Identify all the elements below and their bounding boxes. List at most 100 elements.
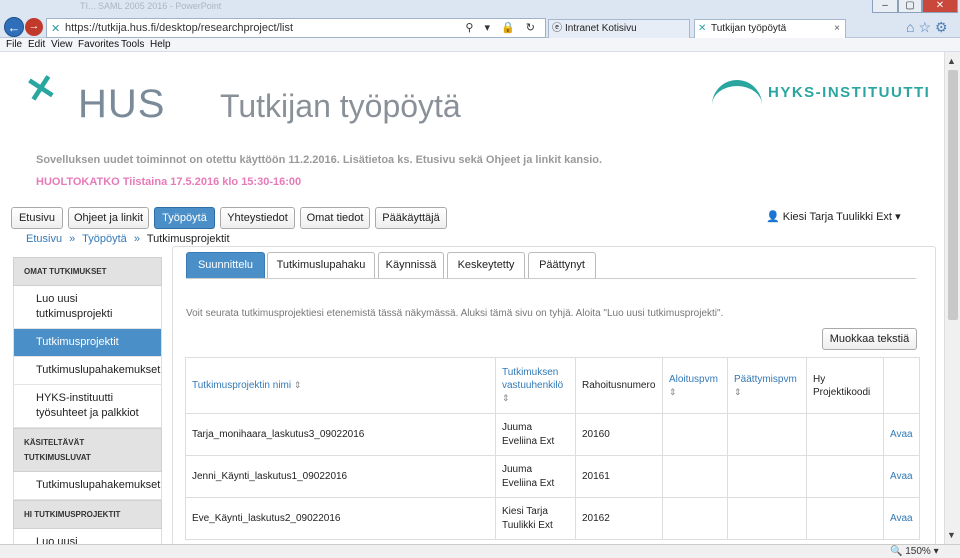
breadcrumb: Etusivu » Työpöytä » Tutkimusprojektit	[26, 233, 230, 245]
user-name: Kiesi Tarja Tuulikki Ext	[782, 211, 892, 223]
sidebar-item-tutkimuslupahakemukset-2[interactable]: Tutkimuslupahakemukset	[13, 472, 162, 500]
minimize-button[interactable]: –	[872, 0, 898, 13]
tab-paattynyt[interactable]: Päättynyt	[528, 252, 596, 278]
nav-etusivu[interactable]: Etusivu	[11, 207, 63, 229]
menu-tools[interactable]: Tools	[121, 39, 144, 50]
nav-omat-tiedot[interactable]: Omat tiedot	[300, 207, 370, 229]
menu-bar: File Edit View Favorites Tools Help	[0, 38, 960, 52]
menu-help[interactable]: Help	[150, 39, 171, 50]
col-action	[883, 357, 920, 414]
back-button[interactable]: ←	[4, 17, 24, 37]
breadcrumb-tyopoyta[interactable]: Työpöytä	[82, 233, 127, 245]
cell-name: Eve_Käynti_laskutus2_09022016	[185, 497, 496, 540]
col-code: Hy Projektikoodi	[806, 357, 884, 414]
address-tools-icons[interactable]: ⚲ ▾ 🔒 ↻	[465, 21, 539, 34]
release-notice: Sovelluksen uudet toiminnot on otettu kä…	[36, 154, 603, 166]
hus-logo-mark: ✕	[21, 65, 61, 112]
cell-owner: Juuma Eveliina Ext	[495, 413, 576, 456]
tab-label: Intranet Kotisivu	[565, 23, 637, 34]
open-link[interactable]: Avaa	[890, 471, 913, 482]
browser-toolbar: TI... SAML 2005 2016 - PowerPoint – ▢ ✕ …	[0, 0, 960, 38]
table-row: Jenni_Käynti_laskutus1_09022016 Juuma Ev…	[185, 455, 920, 498]
col-end-label: Päättymispvm	[734, 373, 797, 385]
hus-logo-text: HUS	[78, 82, 166, 126]
cell-start	[662, 413, 728, 456]
tab-tutkijan[interactable]: ✕ Tutkijan työpöytä ×	[694, 19, 846, 38]
cell-start	[662, 455, 728, 498]
app-title: Tutkijan työpöytä	[220, 88, 461, 124]
menu-view[interactable]: View	[51, 39, 73, 50]
tab-intranet[interactable]: ⓔ Intranet Kotisivu	[548, 19, 690, 38]
hyks-logo-mark	[712, 80, 762, 108]
close-window-button[interactable]: ✕	[922, 0, 958, 13]
col-name-label: Tutkimusprojektin nimi	[192, 380, 292, 391]
projects-table: Tutkimusprojektin nimi ⇕ Tutkimuksen vas…	[185, 357, 920, 540]
maximize-button[interactable]: ▢	[898, 0, 922, 13]
scroll-thumb[interactable]	[948, 70, 958, 320]
sidebar-item-hyks-instituutti[interactable]: HYKS-instituutti työsuhteet ja palkkiot	[13, 385, 162, 428]
vertical-scrollbar[interactable]: ▲ ▼	[944, 52, 960, 544]
menu-favorites[interactable]: Favorites	[78, 39, 119, 50]
user-icon: 👤	[766, 211, 780, 223]
tab-suunnittelu[interactable]: Suunnittelu	[186, 252, 265, 278]
sidebar-item-tutkimuslupahakemukset[interactable]: Tutkimuslupahakemukset	[13, 357, 162, 385]
zoom-value: 150%	[905, 546, 931, 557]
browser-tool-icons[interactable]: ⌂☆⚙	[906, 19, 952, 36]
cell-start	[662, 497, 728, 540]
cell-funding: 20162	[575, 497, 663, 540]
cell-end	[727, 455, 807, 498]
cell-end	[727, 497, 807, 540]
forward-button[interactable]: →	[25, 18, 43, 36]
zoom-level[interactable]: 🔍 150% ▾	[890, 546, 939, 557]
col-start-label: Aloituspvm	[669, 373, 718, 385]
sidebar-item-luo-uusi-hi[interactable]: Luo uusi tutkimusprojekti	[13, 529, 162, 544]
close-tab-icon[interactable]: ×	[834, 20, 840, 37]
tab-tutkimuslupahaku[interactable]: Tutkimuslupahaku	[267, 252, 375, 278]
cell-name: Jenni_Käynti_laskutus1_09022016	[185, 455, 496, 498]
nav-yhteystiedot[interactable]: Yhteystiedot	[220, 207, 295, 229]
cell-funding: 20161	[575, 455, 663, 498]
nav-tyopoyta[interactable]: Työpöytä	[154, 207, 215, 229]
cell-end	[727, 413, 807, 456]
col-owner-label: Tutkimuksen vastuuhenkilö	[502, 367, 564, 391]
status-bar: 🔍 150% ▾	[0, 544, 960, 558]
open-link[interactable]: Avaa	[890, 513, 913, 524]
sidebar: OMAT TUTKIMUKSET Luo uusi tutkimusprojek…	[13, 257, 162, 544]
cell-code	[806, 455, 884, 498]
menu-edit[interactable]: Edit	[28, 39, 45, 50]
tab-keskeytetty[interactable]: Keskeytetty	[447, 252, 525, 278]
col-owner[interactable]: Tutkimuksen vastuuhenkilö ⇕	[495, 357, 576, 414]
tab-label: Tutkijan työpöytä	[711, 23, 787, 34]
menu-file[interactable]: File	[6, 39, 22, 50]
col-code-label: Hy Projektikoodi	[813, 373, 871, 398]
open-link[interactable]: Avaa	[890, 429, 913, 440]
tab-kaynnissa[interactable]: Käynnissä	[378, 252, 444, 278]
edit-text-button[interactable]: Muokkaa tekstiä	[822, 328, 917, 350]
table-row: Tarja_monihaara_laskutus3_09022016 Juuma…	[185, 413, 920, 456]
table-row: Eve_Käynti_laskutus2_09022016 Kiesi Tarj…	[185, 497, 920, 540]
url-text: https://tutkija.hus.fi/desktop/researchp…	[65, 22, 294, 34]
nav-paakayttaja[interactable]: Pääkäyttäjä	[375, 207, 447, 229]
user-menu[interactable]: 👤 Kiesi Tarja Tuulikki Ext ▾	[766, 210, 901, 223]
col-start[interactable]: Aloituspvm ⇕	[662, 357, 728, 414]
sidebar-item-luo-uusi[interactable]: Luo uusi tutkimusprojekti	[13, 286, 162, 329]
col-end[interactable]: Päättymispvm ⇕	[727, 357, 807, 414]
hus-logo[interactable]: ✕ HUS	[22, 65, 176, 126]
col-name[interactable]: Tutkimusprojektin nimi ⇕	[185, 357, 496, 414]
breadcrumb-etusivu[interactable]: Etusivu	[26, 233, 62, 245]
cell-name: Tarja_monihaara_laskutus3_09022016	[185, 413, 496, 456]
sort-icon: ⇕	[734, 386, 742, 397]
intro-text: Voit seurata tutkimusprojektiesi etenemi…	[186, 308, 724, 319]
scroll-down-icon[interactable]: ▼	[947, 530, 956, 540]
scroll-up-icon[interactable]: ▲	[947, 56, 956, 66]
col-funding-label: Rahoitusnumero	[582, 380, 656, 391]
nav-ohjeet[interactable]: Ohjeet ja linkit	[68, 207, 149, 229]
sidebar-section-kasiteltavat: KÄSITELTÄVÄT TUTKIMUSLUVAT	[13, 428, 162, 472]
address-bar[interactable]: ✕ https://tutkija.hus.fi/desktop/researc…	[46, 18, 546, 38]
sidebar-section-hi: HI TUTKIMUSPROJEKTIT	[13, 500, 162, 529]
maintenance-notice: HUOLTOKATKO Tiistaina 17.5.2016 klo 15:3…	[36, 176, 302, 188]
window-caption: TI... SAML 2005 2016 - PowerPoint – ▢ ✕	[0, 0, 960, 14]
caret-down-icon: ▾	[895, 211, 901, 223]
sidebar-item-tutkimusprojektit[interactable]: Tutkimusprojektit	[13, 329, 162, 357]
cell-code	[806, 497, 884, 540]
